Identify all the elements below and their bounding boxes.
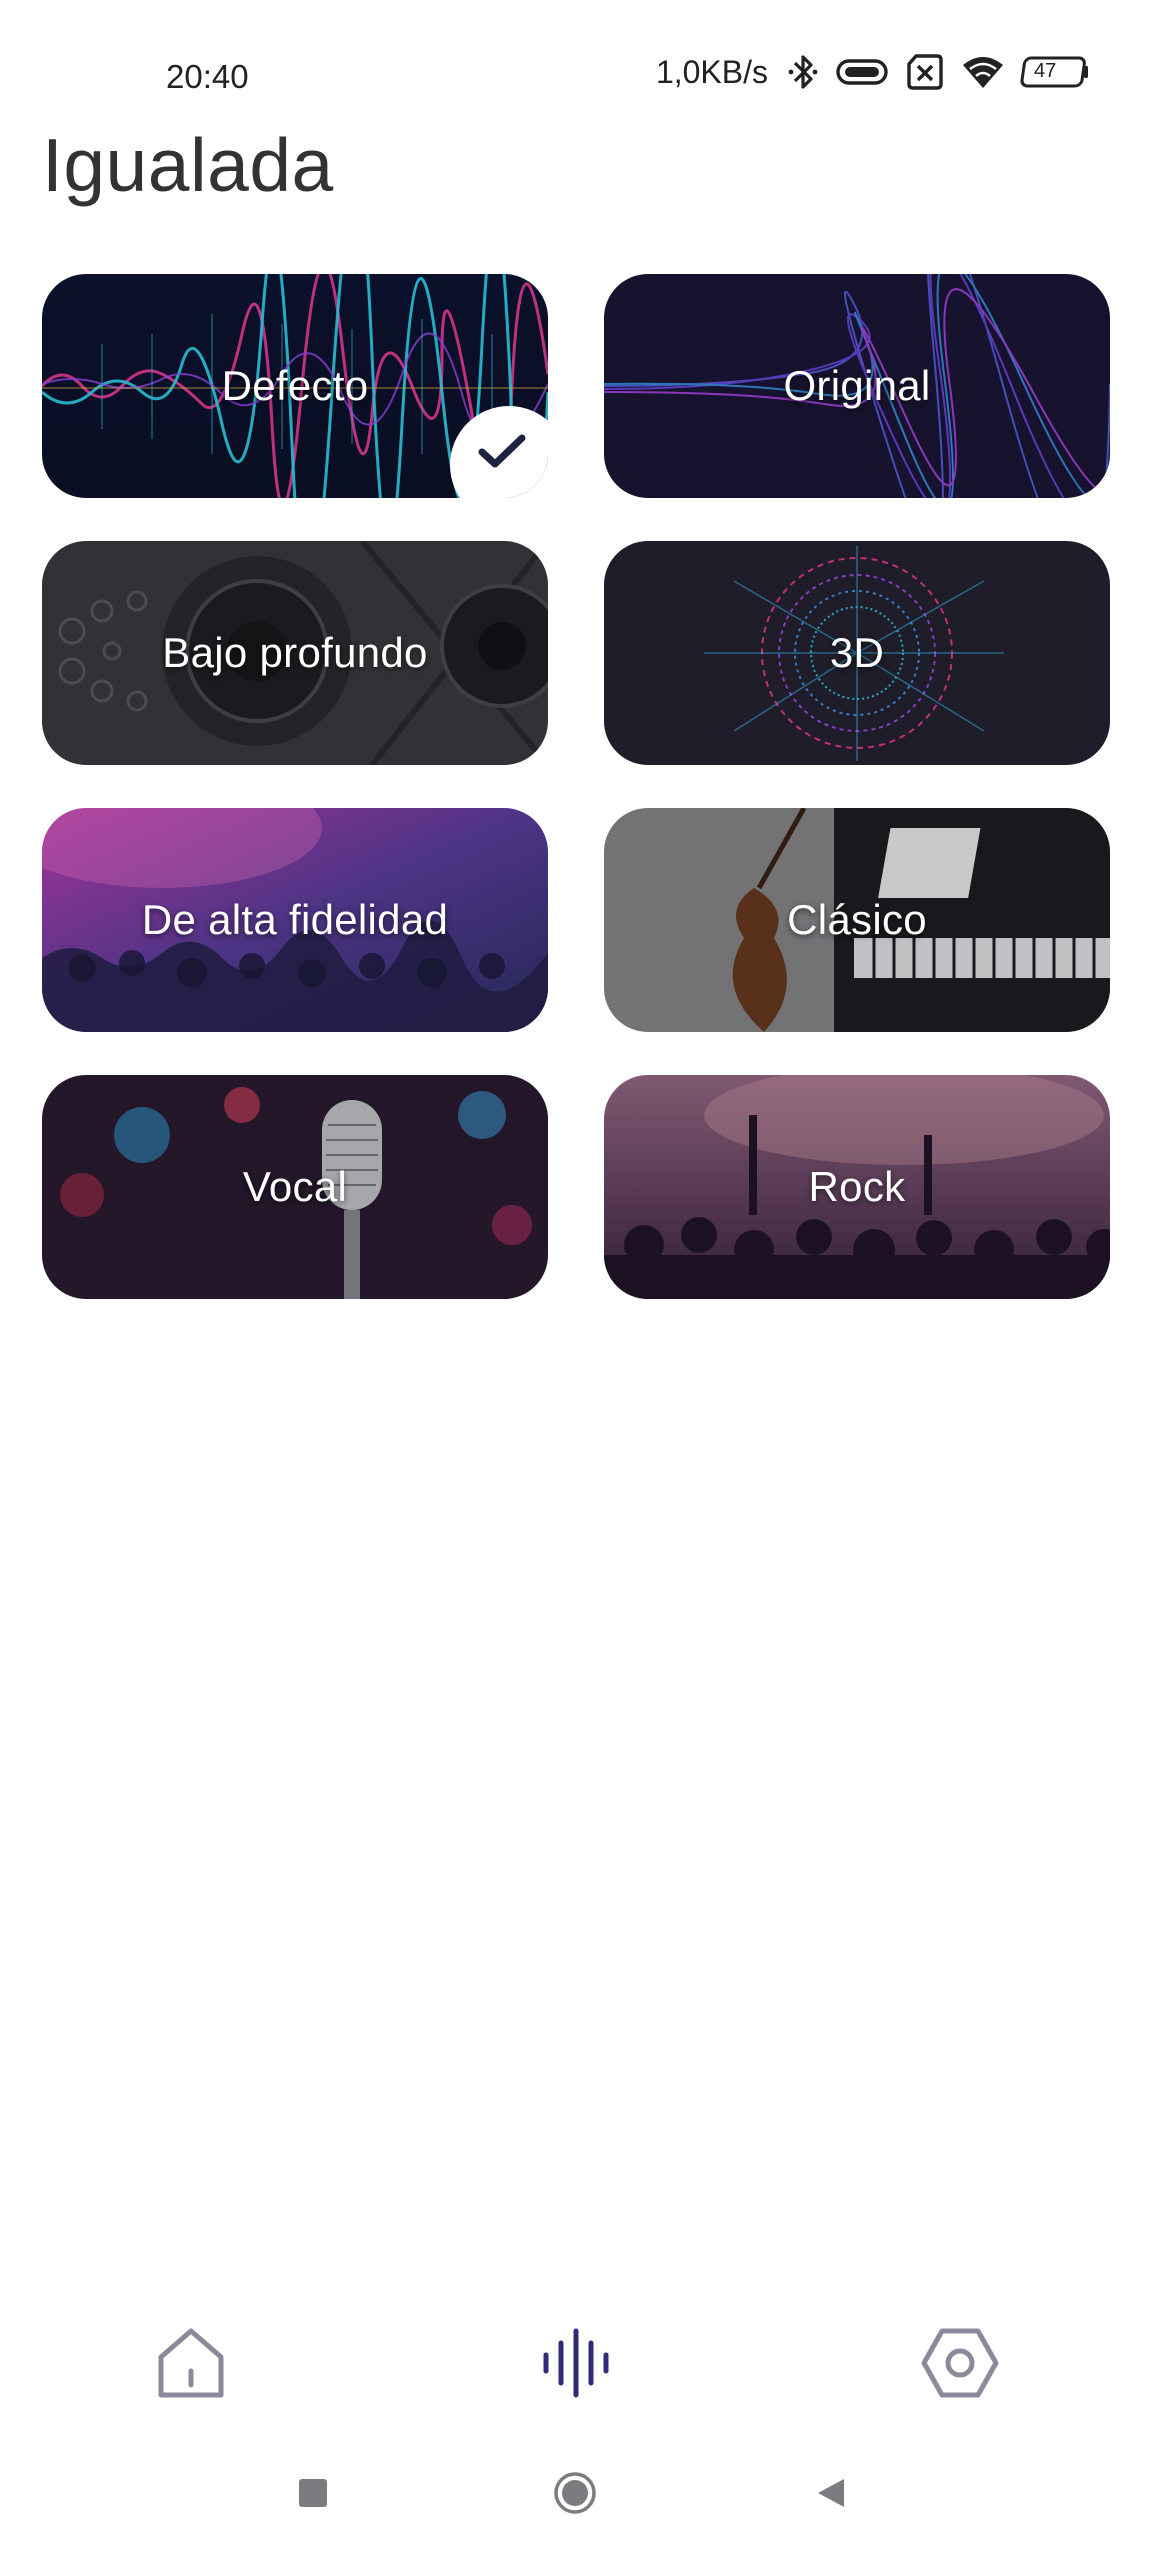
status-bar: 20:40 1,0KB/s 47 [0, 40, 1152, 116]
preset-card-clasico[interactable]: Clásico [604, 808, 1110, 1032]
equalizer-icon [536, 2323, 616, 2408]
system-home-button[interactable] [540, 2460, 610, 2530]
preset-label: De alta fidelidad [141, 896, 449, 943]
preset-card-defecto[interactable]: Defecto [42, 274, 548, 498]
status-icons: 1,0KB/s 47 [656, 52, 1090, 92]
home-icon [155, 2323, 227, 2408]
battery-level: 47 [1034, 60, 1057, 82]
preset-card-alta-fidelidad[interactable]: De alta fidelidad [42, 808, 548, 1032]
back-button[interactable] [796, 2460, 866, 2530]
network-speed: 1,0KB/s [655, 53, 768, 90]
nav-home-button[interactable] [136, 2310, 246, 2420]
recents-button[interactable] [278, 2460, 348, 2530]
home-circle-icon [552, 2470, 598, 2521]
preset-label: Clásico [787, 896, 927, 943]
recents-icon [296, 2476, 330, 2515]
vibrate-icon [834, 52, 890, 92]
preset-card-bajo-profundo[interactable]: Bajo profundo [42, 541, 548, 765]
preset-label: Original [783, 362, 931, 409]
status-time: 20:40 [166, 58, 249, 95]
nav-settings-button[interactable] [905, 2310, 1015, 2420]
settings-icon [920, 2323, 1000, 2408]
page-title: Igualada [42, 123, 334, 207]
preset-label: 3D [829, 629, 885, 676]
checkmark-icon [476, 432, 528, 477]
back-icon [814, 2476, 848, 2515]
bluetooth-icon [786, 52, 820, 92]
preset-label: Vocal [242, 1163, 348, 1210]
preset-card-3d[interactable]: 3D [604, 541, 1110, 765]
no-sim-icon [904, 52, 946, 92]
battery-icon: 47 [1020, 52, 1090, 92]
equalizer-screen: 20:40 1,0KB/s 47 Igualada Defecto Origin… [0, 0, 1152, 2560]
wifi-icon [960, 52, 1006, 92]
preset-grid: Defecto Original Bajo profundo 3D De alt… [42, 274, 1110, 1299]
preset-label: Bajo profundo [162, 629, 428, 676]
bottom-navigation [0, 2310, 1152, 2420]
preset-card-rock[interactable]: Rock [604, 1075, 1110, 1299]
preset-card-original[interactable]: Original [604, 274, 1110, 498]
preset-label: Rock [808, 1163, 906, 1210]
nav-equalizer-button[interactable] [521, 2310, 631, 2420]
preset-card-vocal[interactable]: Vocal [42, 1075, 548, 1299]
system-navigation-bar [0, 2460, 1152, 2530]
